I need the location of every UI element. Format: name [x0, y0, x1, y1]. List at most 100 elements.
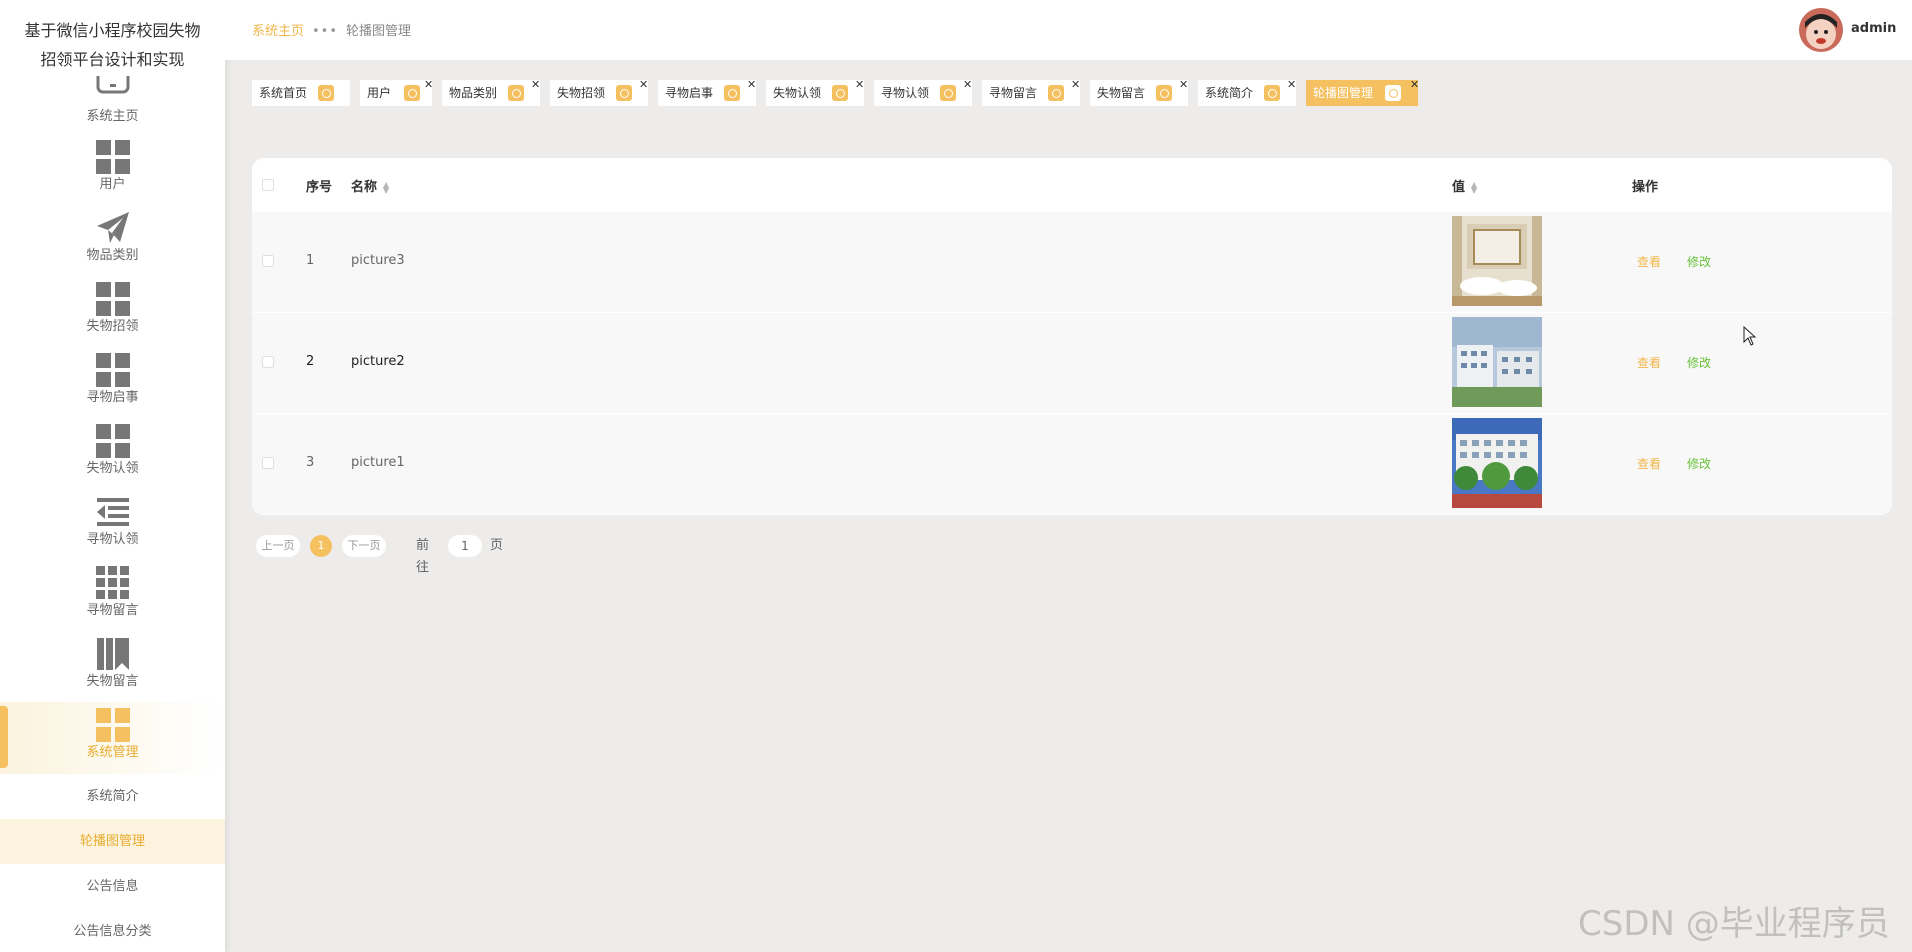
sidebar-subitem-system-intro[interactable]: 系统简介: [0, 774, 225, 819]
column-header-name[interactable]: 名称 ▲ ▼: [351, 176, 389, 195]
tab-lost-found[interactable]: 失物招领 ✕: [550, 78, 648, 106]
column-header-value[interactable]: 值 ▲ ▼: [1452, 176, 1477, 195]
sidebar-item-lost-message[interactable]: 失物留言: [0, 631, 225, 702]
tab-icon: [508, 85, 524, 101]
grid-icon: [95, 276, 130, 316]
tab-icon: [318, 85, 334, 101]
mouse-cursor-icon: [1743, 325, 1757, 350]
top-header: 系统主页 ••• 轮播图管理 admin: [225, 0, 1912, 60]
table-row: 3 picture1 查看 修改: [252, 413, 1892, 514]
close-icon[interactable]: ✕: [1179, 72, 1188, 98]
breadcrumb-current: 轮播图管理: [346, 24, 412, 39]
tab-users[interactable]: 用户 ✕: [360, 78, 433, 106]
sidebar-menu: 系统主页 用户 物品类别 失物招领 寻物启事 失物认领 寻物认领 寻物留言 失物…: [0, 76, 225, 952]
sidebar-item-search-message[interactable]: 寻物留言: [0, 560, 225, 631]
page-number-current[interactable]: 1: [310, 535, 332, 557]
close-icon[interactable]: ✕: [963, 72, 972, 98]
tab-system-home[interactable]: 系统首页: [252, 80, 350, 106]
close-icon[interactable]: ✕: [1410, 72, 1419, 98]
tab-icon: [1264, 85, 1280, 101]
sidebar: 基于微信小程序校园失物 招领平台设计和实现 系统主页 用户 物品类别 失物招领: [0, 0, 225, 952]
table-header: 序号 名称 ▲ ▼ 值 ▲ ▼ 操作: [252, 158, 1892, 211]
sidebar-item-lost-notice[interactable]: 寻物启事: [0, 347, 225, 418]
row-index: 2: [306, 354, 315, 369]
tab-search-message[interactable]: 寻物留言 ✕: [982, 78, 1080, 106]
sidebar-subitem-carousel[interactable]: 轮播图管理: [0, 819, 225, 864]
carousel-thumbnail[interactable]: [1452, 216, 1542, 306]
sidebar-item-users[interactable]: 用户: [0, 134, 225, 205]
tab-icon: [1048, 85, 1064, 101]
row-checkbox[interactable]: [262, 255, 274, 267]
row-checkbox[interactable]: [262, 356, 274, 368]
tab-item-category[interactable]: 物品类别 ✕: [442, 78, 540, 106]
row-name: picture3: [351, 253, 405, 268]
tab-icon: [616, 85, 632, 101]
close-icon[interactable]: ✕: [747, 72, 756, 98]
tab-icon: [1385, 85, 1401, 101]
goto-suffix: 页: [490, 538, 504, 553]
breadcrumb: 系统主页 ••• 轮播图管理: [252, 20, 411, 39]
book-icon: [96, 631, 130, 670]
grid-icon: [95, 418, 130, 458]
grid9-icon: [95, 560, 130, 599]
goto-prefix: 前往: [416, 538, 430, 575]
row-index: 3: [306, 455, 315, 470]
grid-icon: [95, 134, 130, 174]
close-icon[interactable]: ✕: [855, 72, 864, 98]
row-index: 1: [306, 253, 315, 268]
sidebar-subitem-notice-category[interactable]: 公告信息分类: [0, 909, 225, 952]
sort-icon[interactable]: ▲ ▼: [1471, 180, 1477, 194]
column-header-action: 操作: [1632, 180, 1659, 195]
breadcrumb-separator: •••: [312, 24, 339, 39]
edit-button[interactable]: 修改: [1687, 253, 1711, 270]
tab-lost-message[interactable]: 失物留言 ✕: [1090, 78, 1188, 106]
close-icon[interactable]: ✕: [424, 72, 433, 98]
tab-lost-claim[interactable]: 失物认领 ✕: [766, 78, 864, 106]
tab-icon: [404, 85, 420, 101]
avatar[interactable]: [1799, 8, 1843, 52]
edit-button[interactable]: 修改: [1687, 455, 1711, 472]
carousel-thumbnail[interactable]: [1452, 418, 1542, 508]
tab-search-claim[interactable]: 寻物认领 ✕: [874, 78, 972, 106]
breadcrumb-home[interactable]: 系统主页: [252, 24, 304, 39]
grid-icon: [95, 347, 130, 387]
sidebar-item-system-management[interactable]: 系统管理: [0, 702, 225, 774]
row-checkbox[interactable]: [262, 457, 274, 469]
view-button[interactable]: 查看: [1637, 354, 1661, 371]
prev-page-button[interactable]: 上一页: [256, 535, 300, 557]
tab-system-intro[interactable]: 系统简介 ✕: [1198, 78, 1296, 106]
select-all-checkbox[interactable]: [262, 179, 274, 191]
sidebar-item-lost-found[interactable]: 失物招领: [0, 276, 225, 347]
tab-lost-notice[interactable]: 寻物启事 ✕: [658, 78, 756, 106]
close-icon[interactable]: ✕: [1071, 72, 1080, 98]
indent-icon: [96, 489, 130, 526]
table-row: 1 picture3 查看 修改: [252, 211, 1892, 312]
view-button[interactable]: 查看: [1637, 455, 1661, 472]
column-header-index: 序号: [306, 180, 333, 195]
paper-plane-icon: [96, 205, 130, 243]
carousel-thumbnail[interactable]: [1452, 317, 1542, 407]
tab-icon: [940, 85, 956, 101]
next-page-button[interactable]: 下一页: [342, 535, 386, 557]
goto-page-input[interactable]: 1: [448, 535, 482, 557]
sidebar-item-search-claim[interactable]: 寻物认领: [0, 489, 225, 560]
app-title: 基于微信小程序校园失物 招领平台设计和实现: [0, 0, 225, 76]
sidebar-item-item-category[interactable]: 物品类别: [0, 205, 225, 276]
close-icon[interactable]: ✕: [1287, 72, 1296, 98]
grid-icon: [95, 702, 130, 742]
data-table: 序号 名称 ▲ ▼ 值 ▲ ▼ 操作 1 picture3 查看 修改 2 pictur…: [252, 158, 1892, 515]
tab-icon: [1156, 85, 1172, 101]
sidebar-subitem-notice[interactable]: 公告信息: [0, 864, 225, 909]
row-name: picture2: [351, 354, 405, 369]
sidebar-item-lost-claim[interactable]: 失物认领: [0, 418, 225, 489]
close-icon[interactable]: ✕: [639, 72, 648, 98]
tab-icon: [724, 85, 740, 101]
sort-icon[interactable]: ▲ ▼: [383, 180, 389, 194]
view-button[interactable]: 查看: [1637, 253, 1661, 270]
username[interactable]: admin: [1851, 21, 1896, 36]
close-icon[interactable]: ✕: [531, 72, 540, 98]
home-icon: [96, 76, 130, 100]
tab-carousel-management[interactable]: 轮播图管理 ✕: [1306, 78, 1419, 106]
sidebar-item-home[interactable]: 系统主页: [0, 76, 225, 134]
edit-button[interactable]: 修改: [1687, 354, 1711, 371]
